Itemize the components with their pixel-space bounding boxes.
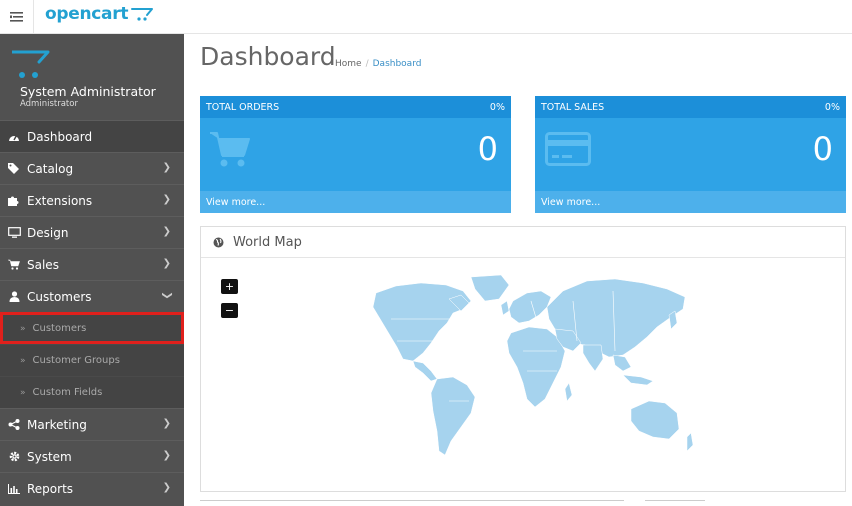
sidebar-item-extensions[interactable]: Extensions ❯	[0, 184, 184, 216]
sidebar-item-design[interactable]: Design ❯	[0, 216, 184, 248]
user-icon	[6, 291, 22, 302]
sidebar-item-label: Marketing	[27, 417, 87, 432]
sidebar-item-catalog[interactable]: Catalog ❯	[0, 152, 184, 184]
sidebar-item-label: Reports	[27, 481, 74, 496]
sidebar-subitem-customers[interactable]: » Customers	[0, 312, 184, 344]
double-chevron-icon: »	[20, 323, 26, 334]
total-sales-tile: TOTAL SALES 0% 0 View more...	[535, 96, 846, 213]
brand-logo[interactable]: opencart	[45, 4, 154, 24]
sidebar-subitem-label: Customer Groups	[32, 355, 120, 366]
profile-role: Administrator	[20, 99, 78, 109]
breadcrumb-home-link[interactable]: Home	[335, 59, 362, 69]
shopping-cart-icon	[210, 132, 250, 167]
sidebar-item-label: Dashboard	[27, 129, 93, 144]
zoom-in-button[interactable]: +	[221, 279, 238, 294]
breadcrumb: Home / Dashboard	[335, 59, 421, 69]
sidebar-subitem-label: Custom Fields	[32, 387, 103, 398]
sidebar-item-marketing[interactable]: Marketing ❯	[0, 408, 184, 440]
tile-percent: 0%	[489, 101, 505, 113]
world-map-panel: World Map + −	[200, 226, 846, 492]
sidebar-item-dashboard[interactable]: Dashboard	[0, 120, 184, 152]
breadcrumb-current-link[interactable]: Dashboard	[373, 59, 422, 69]
view-more-link[interactable]: View more...	[535, 191, 846, 213]
zoom-out-button[interactable]: −	[221, 303, 238, 318]
chevron-right-icon: ❯	[162, 482, 171, 493]
gear-icon	[6, 451, 22, 462]
profile-name: System Administrator	[20, 84, 156, 99]
tile-header: TOTAL ORDERS 0%	[200, 96, 511, 118]
bar-chart-icon	[6, 483, 22, 494]
brand-name: opencart	[45, 4, 129, 24]
tile-percent: 0%	[824, 101, 840, 113]
panel-title: World Map	[233, 234, 302, 250]
chevron-down-icon: ❯	[161, 291, 173, 300]
tile-value: 0	[477, 130, 498, 168]
menu-toggle-button[interactable]	[0, 0, 34, 34]
chevron-right-icon: ❯	[162, 226, 171, 237]
sidebar-item-label: Sales	[27, 257, 59, 272]
tile-title: TOTAL SALES	[541, 101, 605, 113]
credit-card-icon	[545, 132, 591, 166]
chevron-right-icon: ❯	[162, 258, 171, 269]
menu-toggle-icon	[10, 12, 23, 22]
panel-header: World Map	[201, 227, 845, 258]
cart-logo-icon	[131, 8, 154, 21]
double-chevron-icon: »	[20, 355, 26, 366]
puzzle-icon	[6, 195, 22, 206]
tile-body: 0	[200, 118, 511, 191]
next-panel-edge	[645, 500, 705, 506]
sidebar-subitem-custom-fields[interactable]: » Custom Fields	[0, 376, 184, 408]
sidebar-item-system[interactable]: System ❯	[0, 440, 184, 472]
double-chevron-icon: »	[20, 387, 26, 398]
tile-body: 0	[535, 118, 846, 191]
chevron-right-icon: ❯	[162, 194, 171, 205]
sidebar-item-label: Extensions	[27, 193, 93, 208]
dashboard-icon	[6, 132, 22, 142]
sidebar-item-label: System	[27, 449, 72, 464]
user-profile[interactable]: System Administrator Administrator	[0, 34, 184, 120]
page-title: Dashboard	[200, 42, 336, 71]
sidebar-item-customers[interactable]: Customers ❯	[0, 280, 184, 312]
share-icon	[6, 419, 22, 430]
sidebar-item-reports[interactable]: Reports ❯	[0, 472, 184, 504]
sidebar-subitem-customer-groups[interactable]: » Customer Groups	[0, 344, 184, 376]
next-panel-edge	[200, 500, 624, 506]
tile-header: TOTAL SALES 0%	[535, 96, 846, 118]
breadcrumb-separator: /	[365, 59, 369, 69]
chevron-right-icon: ❯	[162, 162, 171, 173]
cart-icon	[6, 259, 22, 270]
top-header: opencart	[0, 0, 852, 34]
sidebar-item-sales[interactable]: Sales ❯	[0, 248, 184, 280]
opencart-cart-icon	[12, 50, 50, 78]
sidebar-item-label: Customers	[27, 289, 92, 304]
monitor-icon	[6, 227, 22, 238]
tile-value: 0	[812, 130, 833, 168]
globe-icon	[213, 237, 224, 248]
world-map[interactable]	[351, 271, 701, 476]
tile-title: TOTAL ORDERS	[206, 101, 280, 113]
sidebar: System Administrator Administrator Dashb…	[0, 34, 184, 506]
tag-icon	[6, 163, 22, 174]
sidebar-subitem-label: Customers	[32, 323, 87, 334]
total-orders-tile: TOTAL ORDERS 0% 0 View more...	[200, 96, 511, 213]
view-more-link[interactable]: View more...	[200, 191, 511, 213]
chevron-right-icon: ❯	[162, 418, 171, 429]
chevron-right-icon: ❯	[162, 450, 171, 461]
sidebar-item-label: Design	[27, 225, 69, 240]
sidebar-item-label: Catalog	[27, 161, 74, 176]
